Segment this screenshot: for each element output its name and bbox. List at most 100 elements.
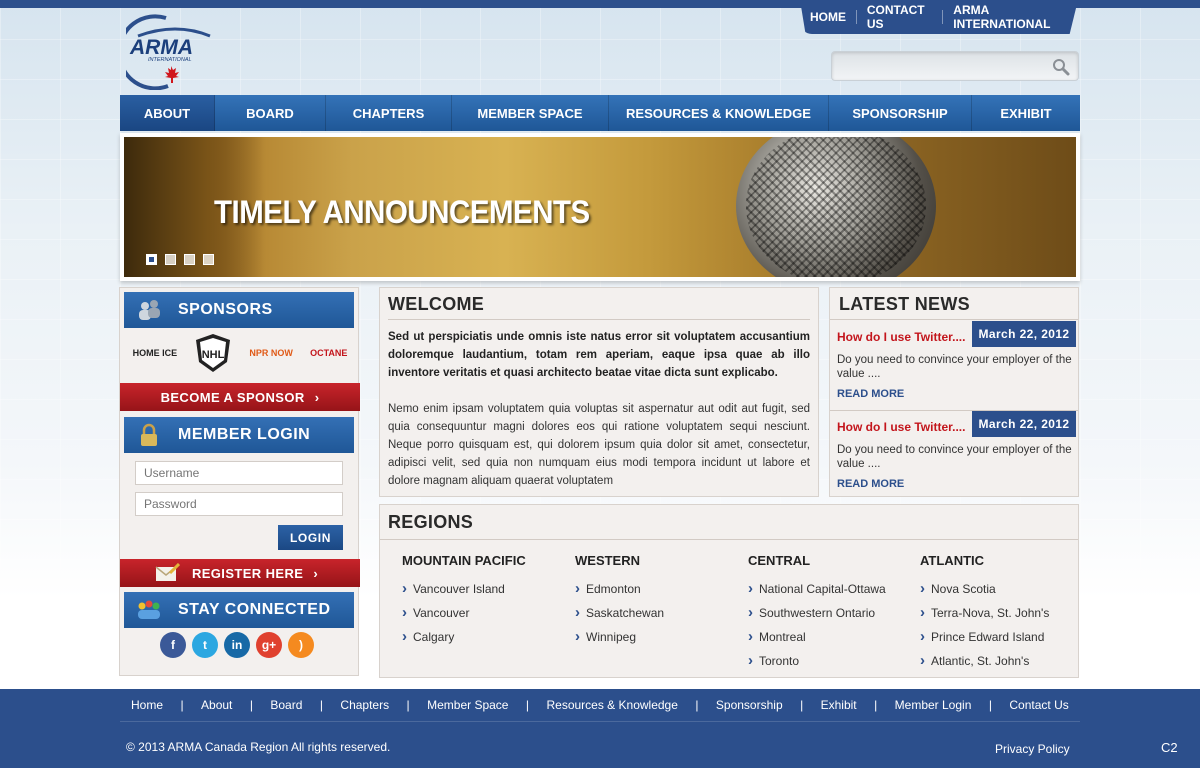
region-link[interactable]: Vancouver: [402, 604, 572, 628]
region-link[interactable]: Winnipeg: [575, 628, 745, 652]
chevron-right-icon: ›: [314, 389, 320, 405]
footer-link-board[interactable]: Board: [270, 698, 302, 712]
region-link[interactable]: Terra-Nova, St. John's: [920, 604, 1090, 628]
octane-logo[interactable]: OCTANE: [310, 348, 347, 358]
banner-image: TIMELY ANNOUNCEMENTS: [124, 137, 1076, 277]
slider-dot-1[interactable]: [146, 254, 157, 265]
nav-chapters[interactable]: CHAPTERS: [326, 95, 452, 131]
top-nav-home[interactable]: HOME: [800, 10, 856, 24]
region-link[interactable]: Saskatchewan: [575, 604, 745, 628]
slider-dot-2[interactable]: [165, 254, 176, 265]
top-nav-contact[interactable]: CONTACT US: [857, 3, 943, 31]
region-heading: MOUNTAIN PACIFIC: [402, 553, 526, 568]
logo-text: ARMA: [129, 36, 193, 59]
region-link[interactable]: Calgary: [402, 628, 572, 652]
register-button[interactable]: REGISTER HERE ›: [120, 559, 360, 587]
latest-news-title: LATEST NEWS: [839, 294, 970, 314]
stay-connected-title: STAY CONNECTED: [178, 601, 331, 618]
latest-news-panel: LATEST NEWS How do I use Twitter.... Mar…: [829, 287, 1079, 497]
region-link[interactable]: Southwestern Ontario: [748, 604, 918, 628]
sponsors-header: SPONSORS: [124, 292, 354, 328]
regions-panel: REGIONS MOUNTAIN PACIFIC Vancouver Islan…: [379, 504, 1079, 678]
top-nav-arma-international[interactable]: ARMA INTERNATIONAL: [943, 3, 1078, 31]
news-item-text: Do you need to convince your employer of…: [837, 444, 1072, 470]
footer-link-member-space[interactable]: Member Space: [427, 698, 508, 712]
nav-resources-knowledge[interactable]: RESOURCES & KNOWLEDGE: [609, 95, 829, 131]
password-field[interactable]: [135, 492, 343, 516]
google-plus-icon[interactable]: g+: [256, 632, 282, 658]
footer-link-contact[interactable]: Contact Us: [1009, 698, 1068, 712]
footer-link-about[interactable]: About: [201, 698, 232, 712]
sponsors-title: SPONSORS: [178, 301, 273, 318]
become-sponsor-button[interactable]: BECOME A SPONSOR ›: [120, 383, 360, 411]
nav-board[interactable]: BOARD: [215, 95, 326, 131]
npr-now-logo[interactable]: NPR NOW: [249, 348, 293, 358]
logo-subtext: INTERNATIONAL: [148, 57, 192, 63]
footer-link-exhibit[interactable]: Exhibit: [821, 698, 857, 712]
footer-link-chapters[interactable]: Chapters: [340, 698, 389, 712]
news-item: How do I use Twitter.... March 22, 2012 …: [830, 321, 1078, 411]
region-link[interactable]: National Capital-Ottawa: [748, 580, 918, 604]
region-link[interactable]: Prince Edward Island: [920, 628, 1090, 652]
nav-member-space[interactable]: MEMBER SPACE: [452, 95, 609, 131]
slider-dots: [146, 254, 214, 265]
copyright: © 2013 ARMA Canada Region All rights res…: [126, 740, 391, 754]
region-link[interactable]: Nova Scotia: [920, 580, 1090, 604]
rss-icon[interactable]: ): [288, 632, 314, 658]
welcome-lead: Sed ut perspiciatis unde omnis iste natu…: [388, 331, 810, 379]
footer-navigation: Home | About | Board | Chapters | Member Spa…: [120, 689, 1080, 722]
read-more-link[interactable]: READ MORE: [837, 478, 904, 490]
username-field[interactable]: [135, 461, 343, 485]
region-heading: CENTRAL: [748, 553, 811, 568]
twitter-icon[interactable]: t: [192, 632, 218, 658]
banner-title: TIMELY ANNOUNCEMENTS: [214, 194, 590, 230]
footer-link-member-login[interactable]: Member Login: [895, 698, 972, 712]
footer-link-resources[interactable]: Resources & Knowledge: [546, 698, 677, 712]
become-sponsor-label: BECOME A SPONSOR: [160, 389, 305, 405]
region-link[interactable]: Vancouver Island: [402, 580, 572, 604]
sponsor-logos: HOME ICE NHL NPR NOW OCTANE: [124, 330, 356, 376]
region-mountain-pacific: MOUNTAIN PACIFIC Vancouver Island Vancou…: [402, 553, 572, 652]
search-icon[interactable]: [1052, 58, 1070, 76]
news-item: How do I use Twitter.... March 22, 2012 …: [830, 411, 1078, 501]
slider-dot-3[interactable]: [184, 254, 195, 265]
sidebar: SPONSORS HOME ICE NHL NPR NOW OCTANE BEC…: [119, 287, 360, 676]
register-label: REGISTER HERE: [191, 565, 304, 581]
home-ice-logo[interactable]: HOME ICE: [133, 348, 178, 358]
main-navigation: ABOUT BOARD CHAPTERS MEMBER SPACE RESOUR…: [120, 95, 1080, 131]
nav-exhibit[interactable]: EXHIBIT: [972, 95, 1080, 131]
slider-dot-4[interactable]: [203, 254, 214, 265]
footer-link-sponsorship[interactable]: Sponsorship: [716, 698, 783, 712]
divider: [388, 319, 810, 320]
news-item-text: Do you need to convince your employer of…: [837, 354, 1072, 380]
privacy-policy-link[interactable]: Privacy Policy: [995, 742, 1070, 756]
region-link[interactable]: Montreal: [748, 628, 918, 652]
social-links: f t in g+ ): [160, 632, 314, 658]
hero-banner: TIMELY ANNOUNCEMENTS: [120, 133, 1080, 281]
region-link[interactable]: Atlantic, St. John's: [920, 652, 1090, 676]
svg-text:NHL: NHL: [202, 349, 225, 361]
nav-sponsorship[interactable]: SPONSORSHIP: [829, 95, 972, 131]
linkedin-icon[interactable]: in: [224, 632, 250, 658]
news-item-title[interactable]: How do I use Twitter....: [837, 330, 965, 344]
community-icon: [138, 600, 160, 619]
facebook-icon[interactable]: f: [160, 632, 186, 658]
top-navigation: HOME CONTACT US ARMA INTERNATIONAL: [800, 0, 1078, 34]
region-link[interactable]: Edmonton: [575, 580, 745, 604]
search-input[interactable]: [838, 56, 1048, 76]
nhl-logo[interactable]: NHL: [194, 332, 232, 374]
footer: Home | About | Board | Chapters | Member Spa…: [0, 689, 1200, 768]
welcome-panel: WELCOME Sed ut perspiciatis unde omnis i…: [379, 287, 819, 497]
region-link[interactable]: Toronto: [748, 652, 918, 676]
login-button[interactable]: LOGIN: [278, 525, 343, 550]
nav-about[interactable]: ABOUT: [120, 95, 215, 131]
footer-link-home[interactable]: Home: [131, 698, 163, 712]
page-code: C2: [1161, 740, 1178, 755]
read-more-link[interactable]: READ MORE: [837, 388, 904, 400]
news-item-title[interactable]: How do I use Twitter....: [837, 420, 965, 434]
region-central: CENTRAL National Capital-Ottawa Southwes…: [748, 553, 918, 676]
people-icon: [139, 300, 160, 320]
welcome-body: Nemo enim ipsam voluptatem quia voluptas…: [388, 403, 810, 487]
region-heading: ATLANTIC: [920, 553, 985, 568]
arma-logo[interactable]: ARMA INTERNATIONAL: [117, 14, 222, 91]
